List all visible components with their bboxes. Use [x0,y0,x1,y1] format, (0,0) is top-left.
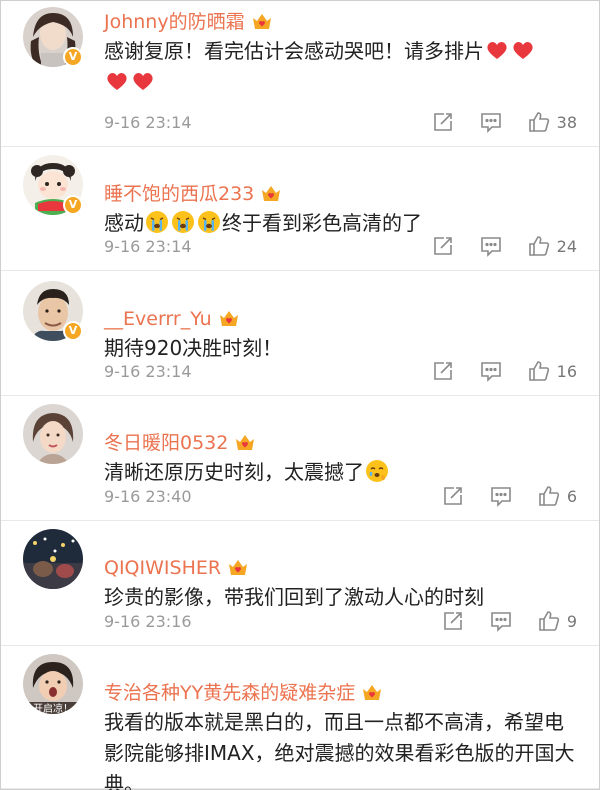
timestamp: 9-16 23:14 [104,236,192,256]
avatar-caption: 开启凉！ [33,704,73,715]
share-edit-icon[interactable] [431,359,455,383]
comment-item: V __Everrr_Yu 期待920决胜时刻！ 9-16 23:14 16 [1,271,599,396]
comment-content: QIQIWISHER 珍贵的影像，带我们回到了激动人心的时刻 [104,554,577,613]
username[interactable]: 专治各种YY黄先森的疑难杂症 [104,679,355,707]
share-edit-icon[interactable] [441,609,465,633]
share-edit-icon[interactable] [431,234,455,258]
like-count: 38 [556,112,577,132]
comment-item: V Johnny的防晒霜 感谢复原！看完估计会感动哭吧！请多排片 9-16 23… [1,1,599,147]
like-button[interactable]: 24 [527,234,577,258]
thumb-up-icon [528,236,549,256]
timestamp: 9-16 23:14 [104,361,192,381]
heart-icon [487,42,507,59]
comment-text: 感谢复原！看完估计会感动哭吧！请多排片 [104,36,577,98]
thumb-up-icon [528,361,549,381]
like-button[interactable]: 9 [537,609,577,633]
like-count: 6 [566,486,577,506]
heart-icon [107,73,127,90]
thumb-up-icon [539,611,559,631]
comment-bubble-icon[interactable] [479,234,503,258]
comment-bubble-icon[interactable] [479,359,503,383]
crown-heart-icon [252,14,271,29]
like-button[interactable]: 16 [527,359,577,383]
comment-item: 冬日暖阳0532 清晰还原历史时刻，太震撼了 9-16 23:40 6 [1,396,599,521]
crown-heart-icon [262,186,281,201]
comment-footer: 9-16 23:16 9 [104,607,577,635]
like-count: 24 [556,236,577,256]
comment-content: 睡不饱的西瓜233 感动 终于看到彩色高清的了 [104,180,577,239]
comment-content: 冬日暖阳0532 清晰还原历史时刻，太震撼了 [104,429,577,488]
comment-bubble-icon[interactable] [479,110,503,134]
crying-face-icon [172,211,194,233]
thumb-up-icon [539,486,559,506]
comment-footer: 9-16 23:14 24 [104,232,577,260]
comment-footer: 9-16 23:14 38 [104,108,577,136]
comment-item: V 睡不饱的西瓜233 感动 终于看到彩色高清的了 9-16 23:14 24 [1,147,599,271]
crying-face-icon [198,211,220,233]
share-edit-icon[interactable] [441,484,465,508]
avatar[interactable]: V [23,281,83,341]
heart-icon [133,73,153,90]
crown-heart-icon [219,311,238,326]
avatar[interactable] [23,529,83,589]
comment-footer: 9-16 23:14 16 [104,357,577,385]
like-count: 16 [556,361,577,381]
avatar[interactable]: V [23,7,83,67]
avatar[interactable]: 开启凉！ [23,654,83,715]
comment-content: 专治各种YY黄先森的疑难杂症 我看的版本就是黑白的，而且一点都不高清，希望电影院… [104,679,577,790]
share-edit-icon[interactable] [431,110,455,134]
crown-heart-icon [229,560,248,575]
avatar[interactable] [23,404,83,464]
username[interactable]: 睡不饱的西瓜233 [104,180,254,208]
heart-icon [513,42,533,59]
username[interactable]: 冬日暖阳0532 [104,429,228,457]
avatar[interactable]: V [23,155,83,215]
teary-face-icon [366,460,388,482]
crown-heart-icon [236,435,255,450]
comment-text: 我看的版本就是黑白的，而且一点都不高清，希望电影院能够排IMAX，绝对震撼的效果… [104,710,575,790]
like-count: 9 [566,611,577,631]
username[interactable]: QIQIWISHER [104,554,221,582]
comment-bubble-icon[interactable] [489,484,513,508]
username[interactable]: __Everrr_Yu [104,305,212,333]
comment-content: Johnny的防晒霜 感谢复原！看完估计会感动哭吧！请多排片 [104,8,577,98]
timestamp: 9-16 23:14 [104,112,192,132]
thumb-up-icon [528,112,549,132]
comment-bubble-icon[interactable] [489,609,513,633]
like-button[interactable]: 6 [537,484,577,508]
crying-face-icon [146,211,168,233]
comment-content: __Everrr_Yu 期待920决胜时刻！ [104,305,577,364]
like-button[interactable]: 38 [527,110,577,134]
verified-badge-icon: V [63,321,83,341]
username[interactable]: Johnny的防晒霜 [104,8,245,36]
comment-footer: 9-16 23:40 6 [104,482,577,510]
timestamp: 9-16 23:16 [104,611,192,631]
verified-badge-icon: V [63,195,83,215]
comment-item: QIQIWISHER 珍贵的影像，带我们回到了激动人心的时刻 9-16 23:1… [1,521,599,646]
crown-heart-icon [363,685,382,700]
comment-item: 开启凉！ 专治各种YY黄先森的疑难杂症 我看的版本就是黑白的，而且一点都不高清，… [1,646,599,790]
timestamp: 9-16 23:40 [104,486,192,506]
verified-badge-icon: V [63,47,83,67]
